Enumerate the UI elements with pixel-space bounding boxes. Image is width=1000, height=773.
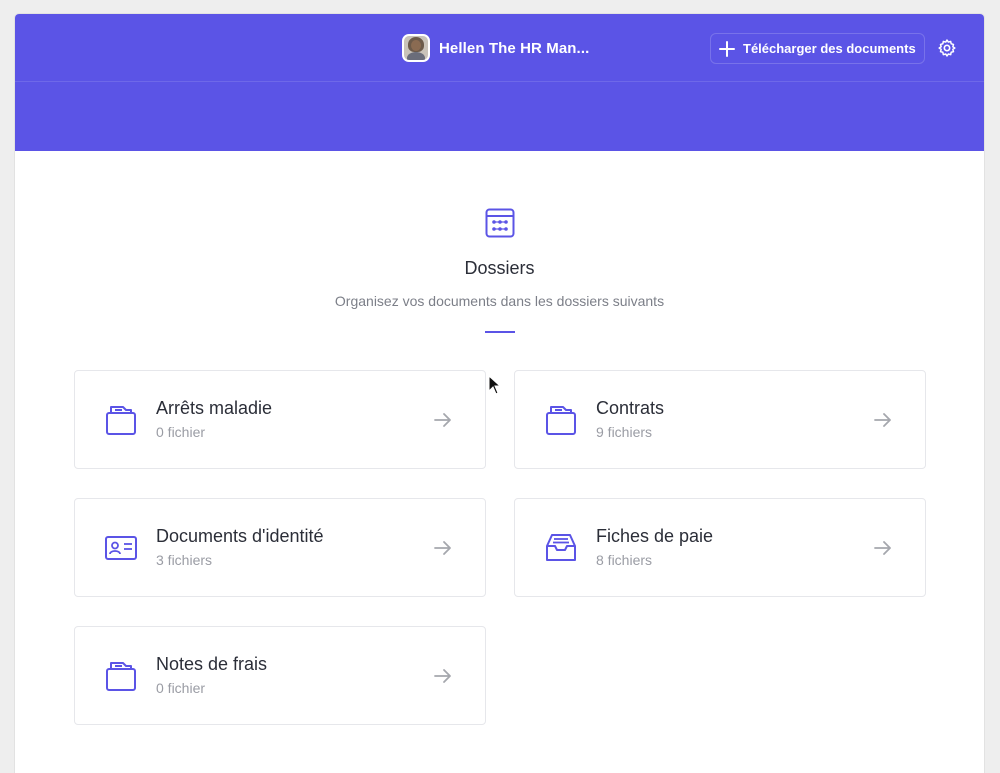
gear-icon — [938, 39, 956, 57]
folder-card-arrets-maladie[interactable]: Arrêts maladie 0 fichier — [74, 370, 486, 469]
folder-file-count: 9 fichiers — [596, 424, 653, 440]
page-subtitle: Organisez vos documents dans les dossier… — [334, 293, 665, 309]
folder-card-notes-de-frais[interactable]: Notes de frais 0 fichier — [74, 626, 486, 725]
arrow-right-icon — [434, 413, 451, 427]
folder-file-count: 8 fichiers — [596, 552, 653, 568]
upload-documents-button[interactable]: Télécharger des documents — [710, 33, 925, 64]
upload-documents-label: Télécharger des documents — [743, 41, 916, 56]
plus-icon — [719, 40, 735, 57]
folders-grid-icon — [485, 208, 514, 238]
inbox-tray-icon — [546, 534, 576, 561]
folder-icon — [546, 406, 576, 435]
folder-card-fiches-de-paie[interactable]: Fiches de paie 8 fichiers — [514, 498, 926, 597]
page-title: Dossiers — [464, 258, 535, 278]
header-divider — [15, 81, 984, 82]
user-menu[interactable]: Hellen The HR Man... — [402, 34, 589, 62]
user-name: Hellen The HR Man... — [439, 39, 590, 57]
settings-button[interactable] — [935, 36, 959, 60]
section-header: Dossiers Organisez vos documents dans le… — [15, 207, 984, 333]
top-banner: Hellen The HR Man... Télécharger des doc… — [15, 14, 984, 151]
id-card-icon — [105, 536, 137, 560]
folder-title: Fiches de paie — [596, 526, 714, 546]
folder-card-documents-identite[interactable]: Documents d'identité 3 fichiers — [74, 498, 486, 597]
folder-card-contrats[interactable]: Contrats 9 fichiers — [514, 370, 926, 469]
avatar — [402, 34, 430, 62]
arrow-right-icon — [874, 541, 891, 555]
folder-title: Notes de frais — [156, 654, 268, 674]
folder-title: Documents d'identité — [156, 526, 324, 546]
folder-file-count: 3 fichiers — [156, 552, 213, 568]
folder-icon — [106, 406, 136, 435]
folder-title: Contrats — [596, 398, 665, 418]
mouse-pointer-icon — [488, 375, 502, 395]
arrow-right-icon — [874, 413, 891, 427]
folder-file-count: 0 fichier — [156, 680, 206, 696]
arrow-right-icon — [434, 669, 451, 683]
arrow-right-icon — [434, 541, 451, 555]
folder-icon — [106, 662, 136, 691]
folder-title: Arrêts maladie — [156, 398, 273, 418]
title-underline — [484, 331, 515, 333]
folder-file-count: 0 fichier — [156, 424, 206, 440]
